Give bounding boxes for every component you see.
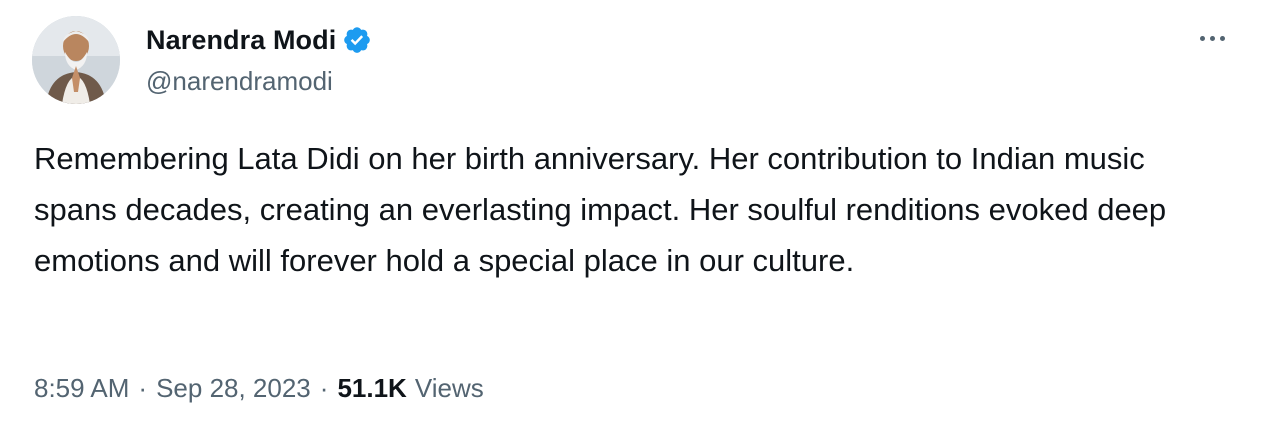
views-count[interactable]: 51.1K [337, 373, 406, 404]
author-avatar[interactable] [32, 16, 120, 104]
more-dot [1219, 35, 1225, 41]
meta-separator: · [138, 373, 148, 403]
verified-badge-icon [342, 25, 372, 55]
author-display-name[interactable]: Narendra Modi [146, 25, 336, 56]
avatar-image [32, 16, 120, 104]
views-label: Views [414, 373, 484, 403]
more-dot [1199, 35, 1205, 41]
meta-separator: · [319, 373, 329, 403]
more-options-icon[interactable] [1192, 24, 1232, 52]
tweet-text: Remembering Lata Didi on her birth anniv… [34, 141, 1167, 278]
tweet-time[interactable]: 8:59 AM [34, 373, 129, 404]
more-dot [1209, 35, 1215, 41]
tweet-date[interactable]: Sep 28, 2023 [156, 373, 311, 404]
tweet-card: Narendra Modi @narendramodi Remembering … [0, 0, 1280, 434]
author-name-row: Narendra Modi [146, 22, 372, 58]
tweet-meta: 8:59 AM · Sep 28, 2023 · 51.1K Views [34, 373, 484, 404]
author-handle[interactable]: @narendramodi [146, 66, 333, 97]
